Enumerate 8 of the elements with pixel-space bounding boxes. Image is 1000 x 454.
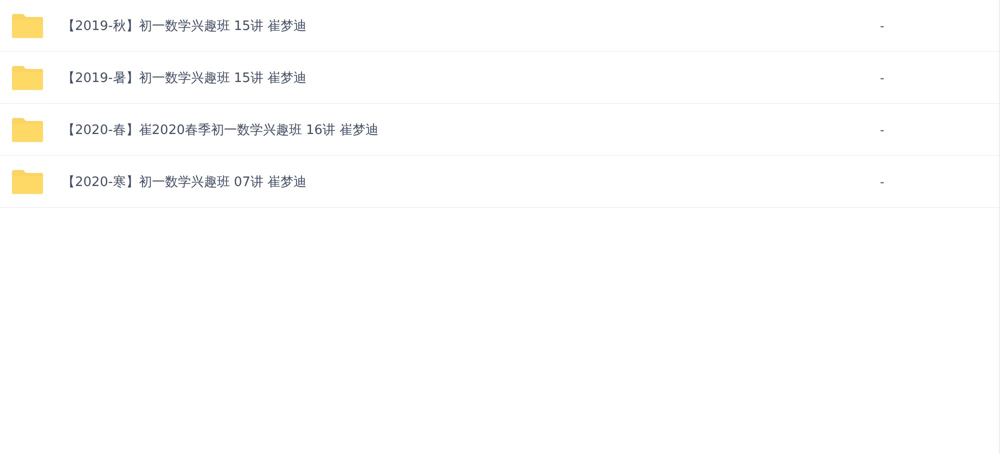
file-size: - xyxy=(880,70,884,84)
file-size: - xyxy=(880,122,884,136)
file-size: - xyxy=(880,174,884,188)
folder-name[interactable]: 【2020-寒】初一数学兴趣班 07讲 崔梦迪 xyxy=(62,172,862,190)
folder-name[interactable]: 【2020-春】崔2020春季初一数学兴趣班 16讲 崔梦迪 xyxy=(62,120,862,138)
folder-name[interactable]: 【2019-暑】初一数学兴趣班 15讲 崔梦迪 xyxy=(62,68,862,86)
file-size: - xyxy=(880,18,884,32)
folder-name[interactable]: 【2019-秋】初一数学兴趣班 15讲 崔梦迪 xyxy=(62,16,862,34)
